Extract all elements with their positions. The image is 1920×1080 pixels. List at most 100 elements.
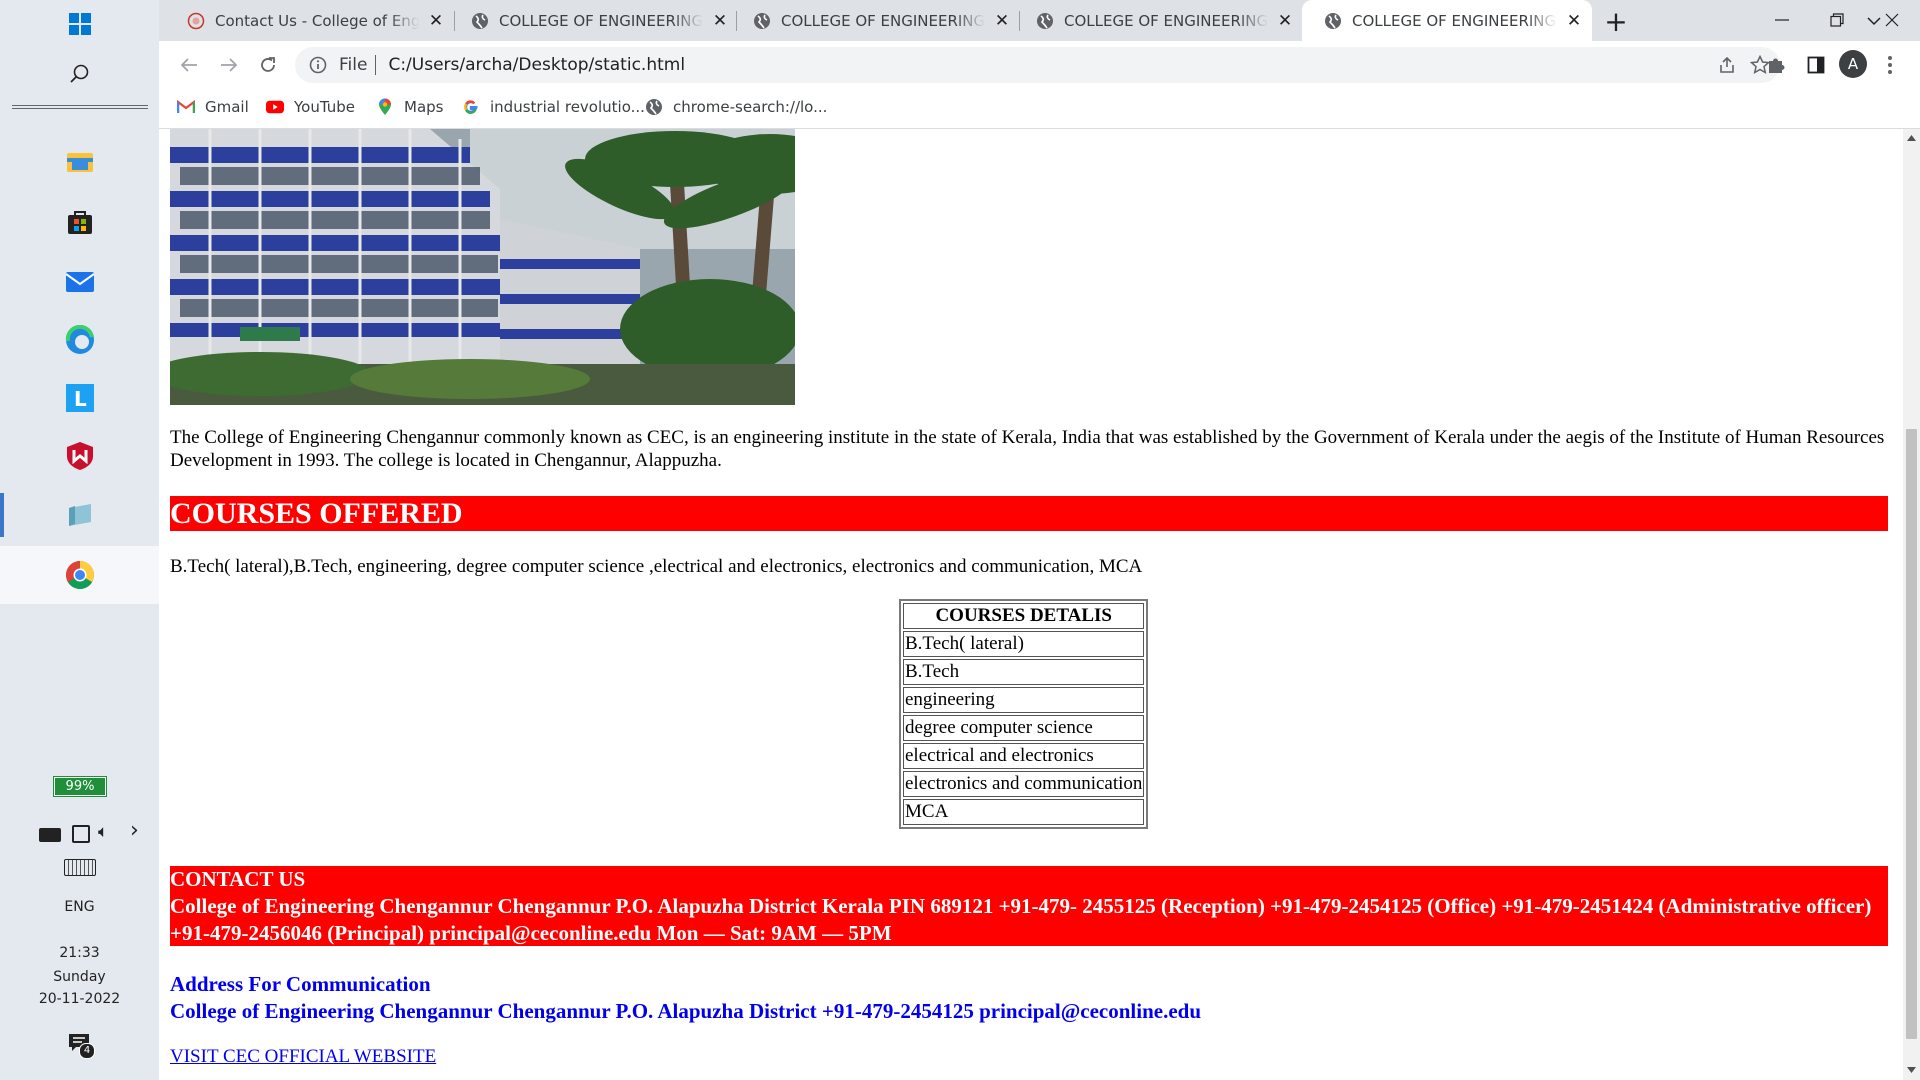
tab-1[interactable]: Contact Us - College of Engineering Chen… <box>165 0 445 41</box>
taskbar-store[interactable] <box>0 198 159 246</box>
youtube-icon <box>266 98 284 116</box>
side-panel-icon <box>1807 56 1825 74</box>
table-cell: engineering <box>903 687 1145 713</box>
chevron-right-icon[interactable]: › <box>130 818 139 843</box>
search-button[interactable] <box>0 50 159 98</box>
close-icon[interactable]: ✕ <box>711 11 729 31</box>
new-tab-button[interactable]: + <box>1601 5 1631 38</box>
back-button[interactable] <box>171 47 207 83</box>
address-heading: Address For Communication <box>170 972 431 996</box>
close-icon[interactable]: ✕ <box>427 11 445 31</box>
college-building-image <box>170 129 795 405</box>
more-vertical-icon <box>1888 56 1892 74</box>
scroll-up-arrow-icon[interactable] <box>1907 135 1916 141</box>
bookmark-chrome-search[interactable]: chrome-search://lo... <box>645 98 827 116</box>
search-icon <box>69 64 88 83</box>
edge-icon <box>65 325 94 354</box>
windows-icon <box>68 13 91 35</box>
notification-count: 4 <box>79 1043 95 1059</box>
contact-details: College of Engineering Chengannur Chenga… <box>170 894 1872 945</box>
college-description: The College of Engineering Chengannur co… <box>170 427 1885 471</box>
side-panel-button[interactable] <box>1800 49 1832 81</box>
folder-icon <box>66 153 93 172</box>
taskbar-app[interactable] <box>0 490 159 540</box>
taskbar-mcafee[interactable] <box>0 432 159 480</box>
tab-2[interactable]: COLLEGE OF ENGINEERING CHENGANNUR ✕ <box>449 0 729 41</box>
tab-title: COLLEGE OF ENGINEERING CHENGANNUR <box>1064 11 1269 30</box>
bookmark-industrial-revolution[interactable]: industrial revolutio... <box>462 98 645 116</box>
clock-time[interactable]: 21:33 <box>0 945 159 961</box>
table-row: electrical and electronics <box>903 743 1145 769</box>
address-section: Address For Communication College of Eng… <box>170 971 1888 1025</box>
tab-4[interactable]: COLLEGE OF ENGINEERING CHENGANNUR ✕ <box>1014 0 1294 41</box>
scheme-label: File <box>339 55 368 75</box>
close-window-button[interactable] <box>1869 3 1914 37</box>
bookmark-label: Maps <box>404 98 444 116</box>
scrollbar-thumb[interactable] <box>1906 429 1917 1039</box>
table-row: degree computer science <box>903 715 1145 741</box>
close-icon[interactable]: ✕ <box>1276 11 1294 31</box>
page-scrollbar[interactable] <box>1903 129 1920 1080</box>
notebook-icon <box>68 504 91 526</box>
notification-center[interactable]: 4 <box>68 1033 95 1059</box>
keyboard-icon[interactable] <box>64 859 96 876</box>
language-indicator[interactable]: ENG <box>0 899 159 915</box>
tab-title: COLLEGE OF ENGINEERING CHENGANNUR <box>781 11 986 30</box>
contact-heading: CONTACT US <box>170 867 306 891</box>
info-icon <box>309 56 327 74</box>
courses-heading: COURSES OFFERED <box>170 496 1888 531</box>
url-text: C:/Users/archa/Desktop/static.html <box>388 55 686 75</box>
scheme-divider <box>375 55 377 75</box>
profile-avatar[interactable]: A <box>1839 50 1867 78</box>
bookmark-youtube[interactable]: YouTube <box>266 98 355 116</box>
tab-5-active[interactable]: COLLEGE OF ENGINEERING CHENGANNUR ✕ <box>1302 0 1592 41</box>
forward-button[interactable] <box>211 47 247 83</box>
extensions-button[interactable] <box>1760 49 1792 81</box>
reload-button[interactable] <box>250 47 286 83</box>
puzzle-icon <box>1769 58 1785 73</box>
tab-strip: Contact Us - College of Engineering Chen… <box>159 0 1920 41</box>
scroll-down-arrow-icon[interactable] <box>1907 1067 1916 1073</box>
table-header-row: COURSES DETALIS <box>903 603 1145 629</box>
gmail-icon <box>177 98 195 116</box>
menu-button[interactable] <box>1878 49 1902 81</box>
table-row: MCA <box>903 799 1145 825</box>
taskbar-mail[interactable] <box>0 258 159 306</box>
visit-official-website-link[interactable]: VISIT CEC OFFICIAL WEBSITE <box>170 1046 436 1068</box>
globe-icon <box>645 98 663 116</box>
start-button[interactable] <box>0 0 159 48</box>
bookmark-label: chrome-search://lo... <box>673 98 828 116</box>
college-logo-icon <box>187 12 205 29</box>
store-icon <box>67 211 92 234</box>
battery-indicator[interactable]: 99% <box>53 776 107 797</box>
taskbar-chrome[interactable] <box>0 546 159 604</box>
minimize-button[interactable] <box>1759 3 1804 37</box>
maps-icon <box>376 98 394 116</box>
restore-button[interactable] <box>1814 3 1859 37</box>
arrow-right-icon <box>221 58 238 72</box>
taskbar-file-explorer[interactable] <box>0 138 159 186</box>
globe-icon <box>1325 12 1341 29</box>
address-bar[interactable]: File C:/Users/archa/Desktop/static.html <box>295 47 1780 83</box>
bookmark-label: industrial revolutio... <box>490 98 645 116</box>
tab-3[interactable]: COLLEGE OF ENGINEERING CHENGANNUR ✕ <box>731 0 1011 41</box>
share-button[interactable] <box>1715 53 1739 77</box>
bookmark-gmail[interactable]: Gmail <box>177 98 249 116</box>
close-icon[interactable]: ✕ <box>993 11 1011 31</box>
bookmark-label: Gmail <box>205 98 249 116</box>
taskbar-edge[interactable] <box>0 316 159 364</box>
volume-icon[interactable]: 🔈︎ <box>98 822 108 842</box>
taskbar-lens-app[interactable]: L <box>0 374 159 422</box>
close-icon[interactable]: ✕ <box>1565 11 1583 31</box>
share-icon <box>1720 56 1734 73</box>
building-photo-illustration <box>170 129 795 405</box>
close-icon <box>1885 13 1898 27</box>
bookmark-label: YouTube <box>294 98 355 116</box>
clock-day: Sunday <box>53 969 106 985</box>
battery-icon[interactable] <box>39 828 61 842</box>
meet-icon[interactable] <box>72 825 90 843</box>
bookmark-maps[interactable]: Maps <box>376 98 443 116</box>
shield-icon <box>66 442 93 470</box>
chrome-icon <box>65 561 94 589</box>
courses-table: COURSES DETALIS B.Tech( lateral) B.Tech … <box>899 599 1149 829</box>
